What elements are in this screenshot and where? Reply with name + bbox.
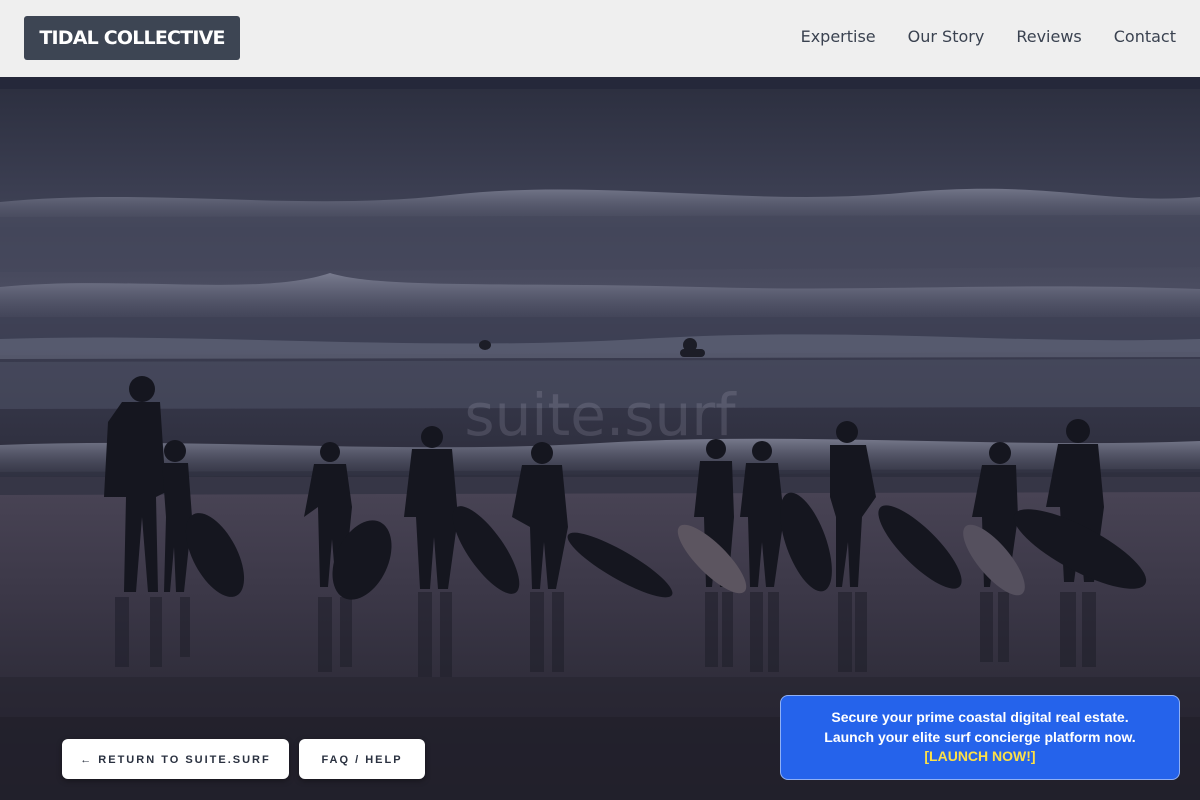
nav-link-reviews[interactable]: Reviews [1016,26,1081,48]
nav-link-our-story[interactable]: Our Story [908,26,985,48]
page: TIDAL COLLECTIVE Expertise Our Story Rev… [0,0,1200,800]
faq-help-button[interactable]: FAQ / HELP [299,739,425,779]
site-logo[interactable]: TIDAL COLLECTIVE [24,16,240,60]
hero-image: suite.surf [0,77,1200,800]
site-header: TIDAL COLLECTIVE Expertise Our Story Rev… [0,0,1200,77]
nav-link-expertise[interactable]: Expertise [801,26,876,48]
promo-line-2: Launch your elite surf concierge platfor… [824,728,1136,745]
launch-promo-banner[interactable]: Secure your prime coastal digital real e… [780,695,1180,780]
nav-link-contact[interactable]: Contact [1114,26,1176,48]
main-nav: Expertise Our Story Reviews Contact [801,26,1176,48]
launch-now-link[interactable]: [LAUNCH NOW!] [781,747,1179,767]
beach-surfers-scene [0,77,1200,800]
return-to-suite-button[interactable]: ← RETURN TO SUITE.SURF [62,739,289,779]
promo-line-1: Secure your prime coastal digital real e… [831,709,1129,725]
